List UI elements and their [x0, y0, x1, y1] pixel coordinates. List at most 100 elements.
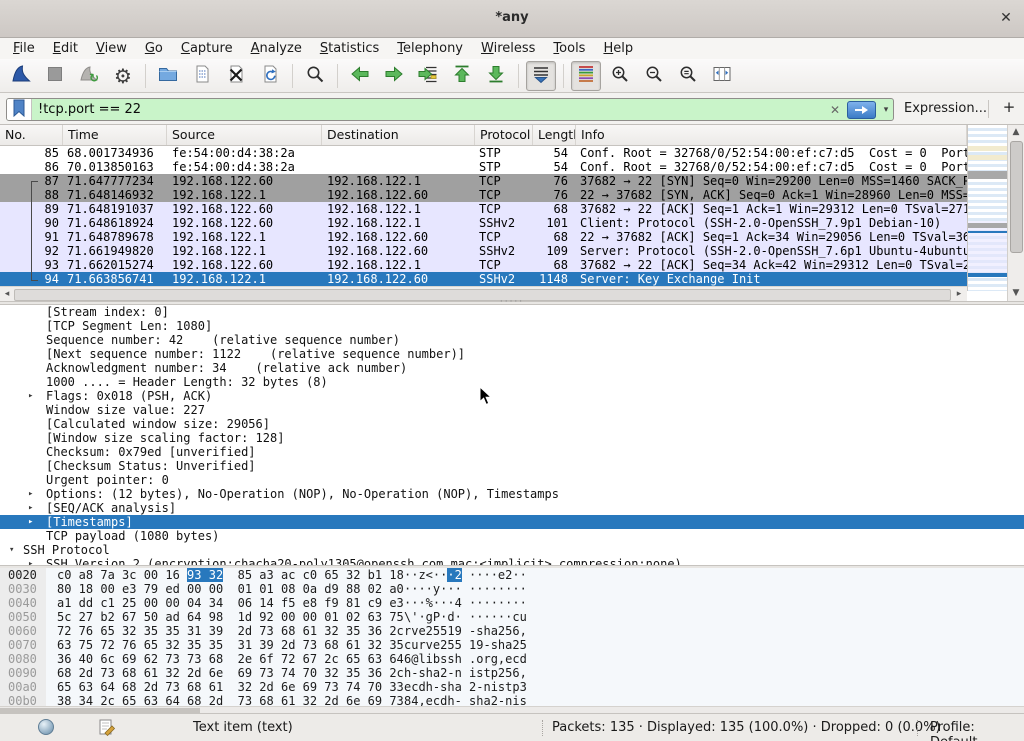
hex-row[interactable]: 003080 18 00 e3 79 ed 00 00 01 01 08 0a …	[0, 582, 1024, 596]
column-header-info[interactable]: Info	[576, 125, 967, 145]
window-close-icon[interactable]: ✕	[996, 8, 1016, 28]
hex-row[interactable]: 00a065 63 64 68 2d 73 68 61 32 2d 6e 69 …	[0, 680, 1024, 694]
start-capture-button[interactable]	[6, 61, 36, 91]
detail-line[interactable]: [Window size scaling factor: 128]	[0, 431, 1024, 445]
menu-help[interactable]: Help	[594, 41, 642, 56]
expand-icon[interactable]: ▸	[28, 487, 33, 501]
close-file-button[interactable]	[221, 61, 251, 91]
display-filter-field[interactable]: !tcp.port == 22 ✕ ▾	[6, 98, 894, 121]
menu-telephony[interactable]: Telephony	[388, 41, 472, 56]
hex-row[interactable]: 009068 2d 73 68 61 32 2d 6e 69 73 74 70 …	[0, 666, 1024, 680]
filter-bookmark-button[interactable]	[7, 99, 32, 120]
detail-line[interactable]: [TCP Segment Len: 1080]	[0, 319, 1024, 333]
zoom-original-button[interactable]	[673, 61, 703, 91]
hex-row[interactable]: 0020c0 a8 7a 3c 00 16 93 32 85 a3 ac c0 …	[0, 568, 1024, 582]
restart-capture-button[interactable]: ↻	[74, 61, 104, 91]
packet-row-88[interactable]: 8871.648146932192.168.122.1192.168.122.6…	[0, 188, 967, 202]
hex-row[interactable]: 008036 40 6c 69 62 73 73 68 2e 6f 72 67 …	[0, 652, 1024, 666]
go-first-button[interactable]	[447, 61, 477, 91]
zoom-out-button[interactable]	[639, 61, 669, 91]
detail-line[interactable]: [Next sequence number: 1122 (relative se…	[0, 347, 1024, 361]
detail-line[interactable]: Urgent pointer: 0	[0, 473, 1024, 487]
detail-line[interactable]: ▸Options: (12 bytes), No-Operation (NOP)…	[0, 487, 1024, 501]
expert-info-icon[interactable]	[38, 719, 54, 735]
packet-row-94[interactable]: 9471.663856741192.168.122.1192.168.122.6…	[0, 272, 967, 286]
menu-file[interactable]: File	[4, 41, 44, 56]
expand-icon[interactable]: ▸	[28, 515, 33, 529]
go-last-button[interactable]	[481, 61, 511, 91]
detail-line[interactable]: [Checksum Status: Unverified]	[0, 459, 1024, 473]
expand-icon[interactable]: ▸	[28, 389, 33, 403]
detail-line[interactable]: 1000 .... = Header Length: 32 bytes (8)	[0, 375, 1024, 389]
menu-view[interactable]: View	[87, 41, 136, 56]
hex-row[interactable]: 00505c 27 b2 67 50 ad 64 98 1d 92 00 00 …	[0, 610, 1024, 624]
intelligent-scrollbar-minimap[interactable]	[967, 125, 1007, 291]
stop-capture-button[interactable]	[40, 61, 70, 91]
packet-row-85[interactable]: 8568.001734936fe:54:00:d4:38:2aSTP54Conf…	[0, 146, 967, 160]
filter-apply-button[interactable]	[847, 101, 876, 119]
menu-statistics[interactable]: Statistics	[311, 41, 388, 56]
column-header-time[interactable]: Time	[63, 125, 167, 145]
packet-row-89[interactable]: 8971.648191037192.168.122.60192.168.122.…	[0, 202, 967, 216]
expression-button[interactable]: Expression...	[904, 101, 987, 116]
detail-line[interactable]: Window size value: 227	[0, 403, 1024, 417]
go-to-packet-button[interactable]	[413, 61, 443, 91]
detail-line[interactable]: Checksum: 0x79ed [unverified]	[0, 445, 1024, 459]
packet-row-91[interactable]: 9171.648789678192.168.122.1192.168.122.6…	[0, 230, 967, 244]
capture-comment-icon[interactable]	[98, 718, 116, 736]
detail-line[interactable]: [Calculated window size: 29056]	[0, 417, 1024, 431]
column-header-no[interactable]: No.	[0, 125, 63, 145]
hex-row[interactable]: 0040a1 dd c1 25 00 00 04 34 06 14 f5 e8 …	[0, 596, 1024, 610]
collapse-icon[interactable]: ▾	[9, 543, 14, 557]
colorize-button[interactable]	[571, 61, 601, 91]
go-forward-button[interactable]	[379, 61, 409, 91]
column-header-length[interactable]: Length	[533, 125, 576, 145]
zoom-in-button[interactable]	[605, 61, 635, 91]
packet-row-86[interactable]: 8670.013850163fe:54:00:d4:38:2aSTP54Conf…	[0, 160, 967, 174]
find-packet-button[interactable]	[300, 61, 330, 91]
packet-row-87[interactable]: 8771.647777234192.168.122.60192.168.122.…	[0, 174, 967, 188]
vscroll-thumb[interactable]	[1010, 141, 1023, 253]
detail-line[interactable]: ▸Flags: 0x018 (PSH, ACK)	[0, 389, 1024, 403]
add-filter-button[interactable]: +	[1000, 98, 1018, 118]
packet-list-header: No.TimeSourceDestinationProtocolLengthIn…	[0, 125, 967, 146]
packet-details-pane: [Stream index: 0][TCP Segment Len: 1080]…	[0, 305, 1024, 565]
detail-line[interactable]: Sequence number: 42 (relative sequence n…	[0, 333, 1024, 347]
hex-row[interactable]: 007063 75 72 76 65 32 35 35 31 39 2d 73 …	[0, 638, 1024, 652]
detail-line[interactable]: ▾SSH Protocol	[0, 543, 1024, 557]
hex-row[interactable]: 006072 76 65 32 35 35 31 39 2d 73 68 61 …	[0, 624, 1024, 638]
menu-edit[interactable]: Edit	[44, 41, 87, 56]
scroll-up-icon[interactable]: ▲	[1008, 126, 1024, 139]
filter-clear-icon[interactable]: ✕	[826, 103, 844, 117]
detail-line[interactable]: ▸[Timestamps]	[0, 515, 1024, 529]
detail-line[interactable]: TCP payload (1080 bytes)	[0, 529, 1024, 543]
packet-row-92[interactable]: 9271.661949820192.168.122.1192.168.122.6…	[0, 244, 967, 258]
open-file-button[interactable]	[153, 61, 183, 91]
detail-line[interactable]: ▸[SEQ/ACK analysis]	[0, 501, 1024, 515]
menu-analyze[interactable]: Analyze	[242, 41, 311, 56]
column-header-destination[interactable]: Destination	[322, 125, 475, 145]
filter-dropdown-icon[interactable]: ▾	[879, 105, 893, 115]
hex-row[interactable]: 00b038 34 2c 65 63 64 68 2d 73 68 61 32 …	[0, 694, 1024, 706]
go-back-button[interactable]	[345, 61, 375, 91]
bytes-hscrollbar[interactable]	[0, 706, 1024, 713]
packet-row-93[interactable]: 9371.662015274192.168.122.60192.168.122.…	[0, 258, 967, 272]
column-header-source[interactable]: Source	[167, 125, 322, 145]
menu-capture[interactable]: Capture	[172, 41, 242, 56]
display-filter-input[interactable]: !tcp.port == 22	[32, 102, 826, 117]
menu-go[interactable]: Go	[136, 41, 172, 56]
column-header-protocol[interactable]: Protocol	[475, 125, 533, 145]
packet-row-90[interactable]: 9071.648618924192.168.122.60192.168.122.…	[0, 216, 967, 230]
detail-line[interactable]: Acknowledgment number: 34 (relative ack …	[0, 361, 1024, 375]
save-file-button[interactable]	[187, 61, 217, 91]
resize-columns-button[interactable]	[707, 61, 737, 91]
packet-list-vscrollbar[interactable]: ▲ ▼	[1007, 125, 1024, 301]
detail-line[interactable]: [Stream index: 0]	[0, 305, 1024, 319]
status-profile[interactable]: Profile: Default	[930, 720, 1024, 741]
menu-tools[interactable]: Tools	[544, 41, 594, 56]
auto-scroll-button[interactable]	[526, 61, 556, 91]
reload-file-button[interactable]	[255, 61, 285, 91]
expand-icon[interactable]: ▸	[28, 501, 33, 515]
capture-options-button[interactable]: ⚙	[108, 61, 138, 91]
menu-wireless[interactable]: Wireless	[472, 41, 544, 56]
